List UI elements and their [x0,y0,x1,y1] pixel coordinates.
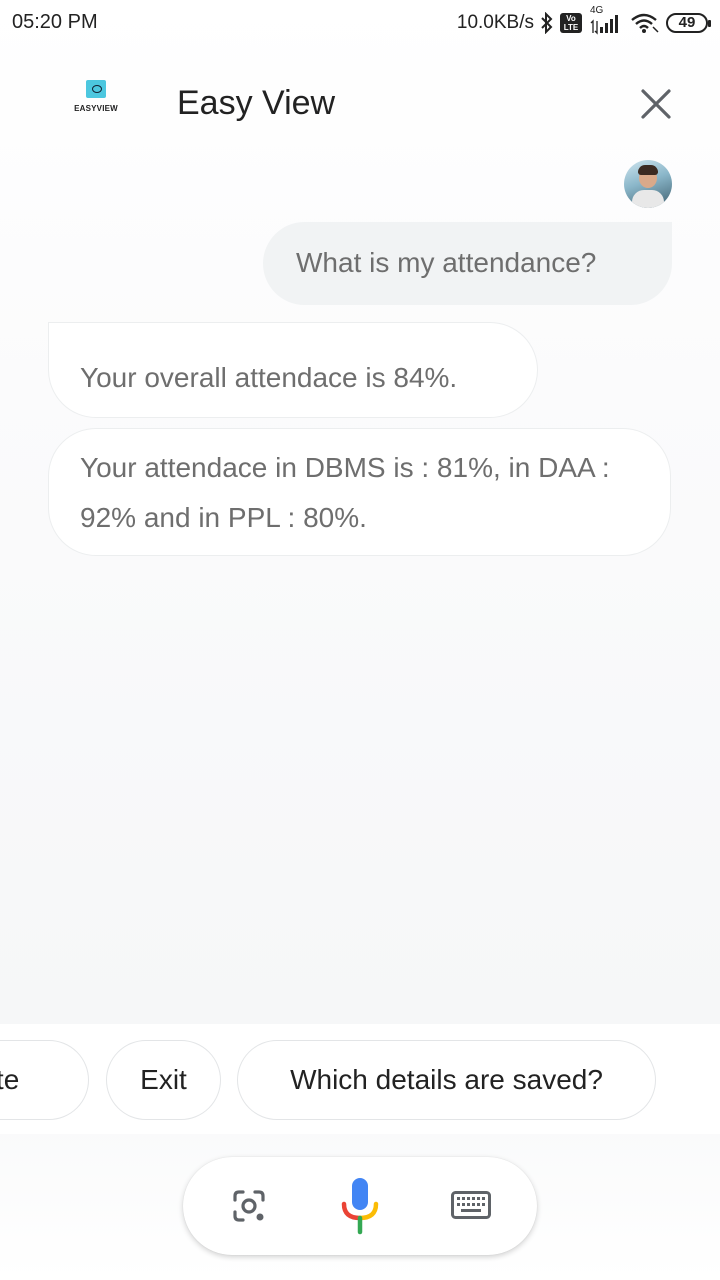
logo-tagline [70,115,122,120]
mic-button[interactable] [320,1157,400,1255]
status-bar: 05:20 PM 10.0KB/s Vo LTE 4G 49 [0,0,720,46]
battery-indicator: 49 [666,13,711,33]
assistant-screen: 05:20 PM 10.0KB/s Vo LTE 4G 49 EASYVIEW … [0,0,720,1280]
status-time: 05:20 PM [12,11,98,33]
avatar-hair [638,165,658,175]
user-avatar [624,160,672,208]
suggestion-chips: Quote Exit Which details are saved? [0,1024,720,1134]
lens-button[interactable] [209,1157,289,1255]
network-type-label: 4G [590,5,604,16]
easyview-logo: EASYVIEW [70,78,122,138]
keyboard-icon [451,1191,491,1219]
lens-icon [233,1190,265,1222]
app-title: Easy View [177,84,336,122]
close-icon [641,89,671,119]
wifi-icon [630,12,660,34]
user-message-bubble: What is my attendance? [263,222,672,305]
suggestion-chip-exit[interactable]: Exit [106,1040,221,1120]
suggestion-chip-quote[interactable]: Quote [0,1040,89,1120]
mic-icon [341,1178,379,1235]
assistant-reply-bubble: Your attendace in DBMS is : 81%, in DAA … [48,428,671,556]
signal-icon: 4G [588,5,624,35]
logo-text: EASYVIEW [74,104,118,113]
avatar-body [632,190,664,208]
volte-top-label: Vo [566,14,576,23]
assistant-header: EASYVIEW Easy View [0,60,720,150]
eye-icon [86,80,106,98]
bluetooth-icon [540,12,554,34]
keyboard-button[interactable] [431,1157,511,1255]
suggestion-chip-saved-details[interactable]: Which details are saved? [237,1040,656,1120]
input-action-bar [183,1157,537,1255]
close-button[interactable] [636,84,676,124]
suggestion-chip-label: Quote [0,1064,20,1095]
assistant-reply-bubble: Your overall attendace is 84%. [48,322,538,418]
network-speed: 10.0KB/s [456,12,534,33]
volte-bottom-label: LTE [563,23,579,32]
status-icons: 10.0KB/s Vo LTE 4G 49 [456,5,711,38]
volte-badge: Vo LTE [560,13,582,33]
